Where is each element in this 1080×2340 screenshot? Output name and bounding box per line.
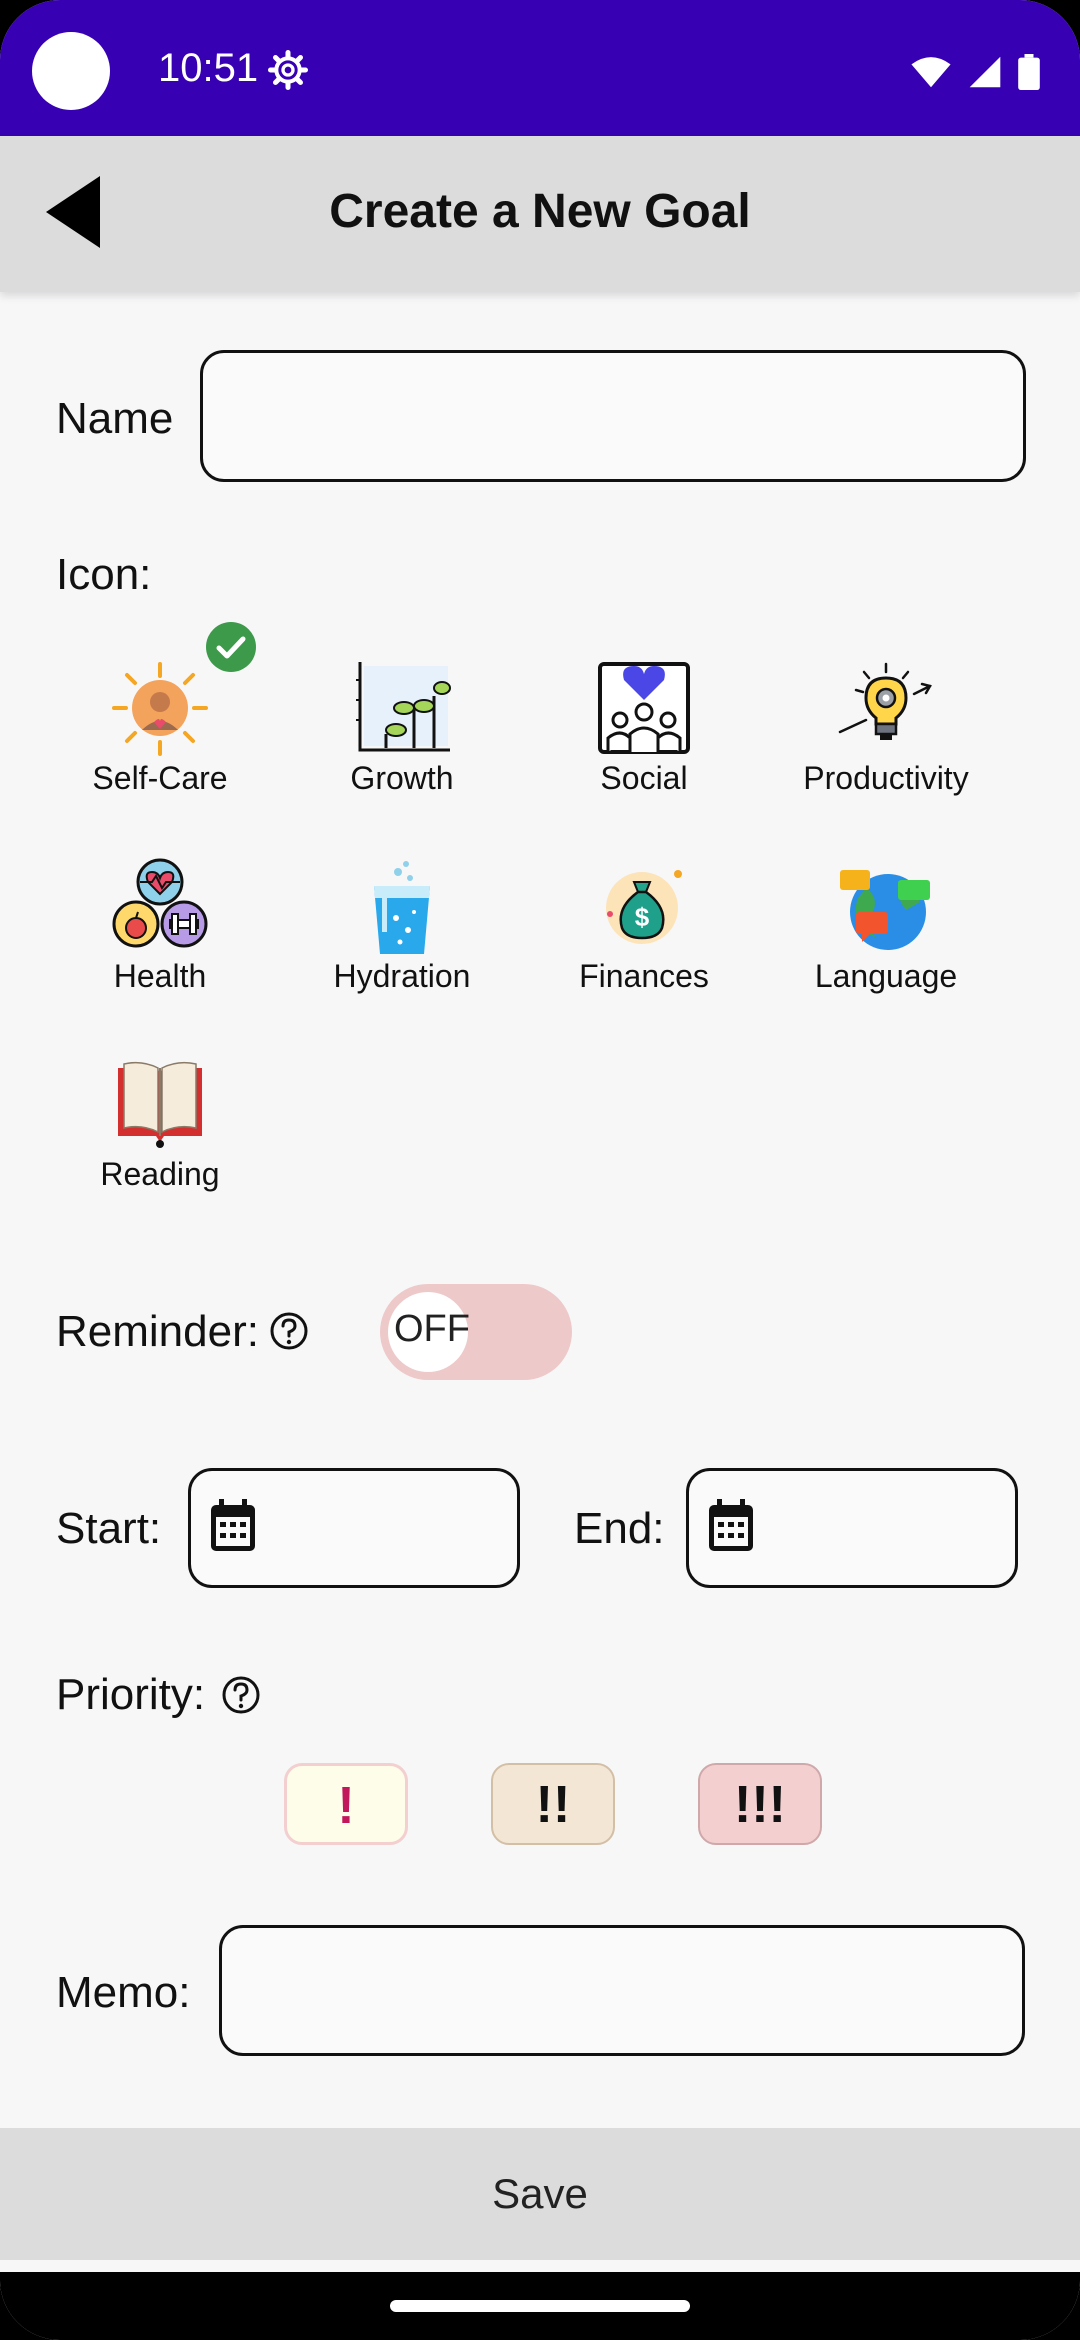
reminder-label: Reminder: — [56, 1307, 259, 1356]
icon-option-health[interactable]: Health — [50, 858, 270, 995]
reminder-toggle[interactable]: OFF — [380, 1284, 572, 1380]
toggle-state-text: OFF — [394, 1308, 470, 1350]
hydration-icon — [374, 861, 430, 954]
page-title: Create a New Goal — [329, 185, 751, 238]
svg-text:$: $ — [635, 902, 650, 932]
app-toolbar: Create a New Goal — [0, 136, 1080, 292]
status-bar: 10:51 — [0, 0, 1080, 136]
memo-input[interactable] — [222, 1928, 1022, 2053]
reading-icon — [118, 1061, 202, 1148]
icon-option-language[interactable]: Language — [776, 858, 996, 995]
finances-icon: $ — [606, 870, 682, 944]
icon-option-self-care[interactable]: Self-Care — [50, 660, 270, 797]
signal-icon — [969, 56, 1001, 88]
start-label: Start: — [56, 1504, 162, 1553]
social-icon — [598, 662, 690, 754]
priority-label: Priority: — [56, 1670, 206, 1719]
save-button[interactable]: Save — [0, 2128, 1080, 2260]
home-gesture-handle[interactable] — [390, 2300, 690, 2312]
start-calendar-icon — [211, 1499, 255, 1551]
self-care-icon — [112, 662, 208, 756]
priority-medium-button[interactable]: !! — [491, 1763, 615, 1845]
reminder-help-icon[interactable] — [270, 1312, 308, 1350]
icon-label-language: Language — [814, 958, 958, 994]
start-date-field[interactable] — [188, 1468, 520, 1588]
battery-icon — [1018, 54, 1040, 90]
name-label: Name — [56, 394, 174, 443]
priority-help-icon[interactable] — [222, 1676, 260, 1714]
icon-option-growth[interactable]: Growth — [292, 660, 512, 797]
icon-label-health: Health — [113, 958, 207, 994]
screen: 10:51 Create a New Goal Name Icon: Self-… — [0, 0, 1080, 2340]
memo-label: Memo: — [56, 1968, 191, 2017]
status-time: 10:51 — [158, 46, 259, 90]
icon-option-reading[interactable]: Reading — [50, 1056, 270, 1193]
settings-gear-icon — [268, 50, 308, 90]
end-calendar-icon — [709, 1499, 753, 1551]
wifi-icon — [911, 57, 951, 88]
name-input[interactable] — [203, 353, 1023, 479]
icon-option-social[interactable]: Social — [534, 660, 754, 797]
end-date-field[interactable] — [686, 1468, 1018, 1588]
productivity-icon — [838, 662, 932, 740]
priority-low-button[interactable]: ! — [284, 1763, 408, 1845]
camera-cutout — [32, 32, 110, 110]
icon-label-social: Social — [600, 760, 688, 796]
end-label: End: — [574, 1504, 665, 1553]
growth-icon — [356, 662, 451, 752]
icon-option-finances[interactable]: $ Finances — [534, 858, 754, 995]
icon-label-growth: Growth — [350, 760, 454, 796]
icon-label-reading: Reading — [100, 1156, 220, 1192]
health-icon — [112, 858, 208, 948]
priority-high-button[interactable]: !!! — [698, 1763, 822, 1845]
system-icons — [910, 52, 1040, 92]
selected-check-icon — [206, 622, 256, 672]
icon-option-productivity[interactable]: Productivity — [776, 660, 996, 797]
icon-label-self-care: Self-Care — [92, 760, 228, 796]
language-icon — [840, 870, 930, 950]
icon-section-label: Icon: — [56, 550, 152, 599]
icon-label-productivity: Productivity — [803, 760, 969, 796]
icon-label-finances: Finances — [579, 958, 709, 994]
memo-field-box — [219, 1925, 1025, 2056]
icon-label-hydration: Hydration — [333, 958, 471, 994]
name-field-box — [200, 350, 1026, 482]
icon-option-hydration[interactable]: Hydration — [292, 858, 512, 995]
